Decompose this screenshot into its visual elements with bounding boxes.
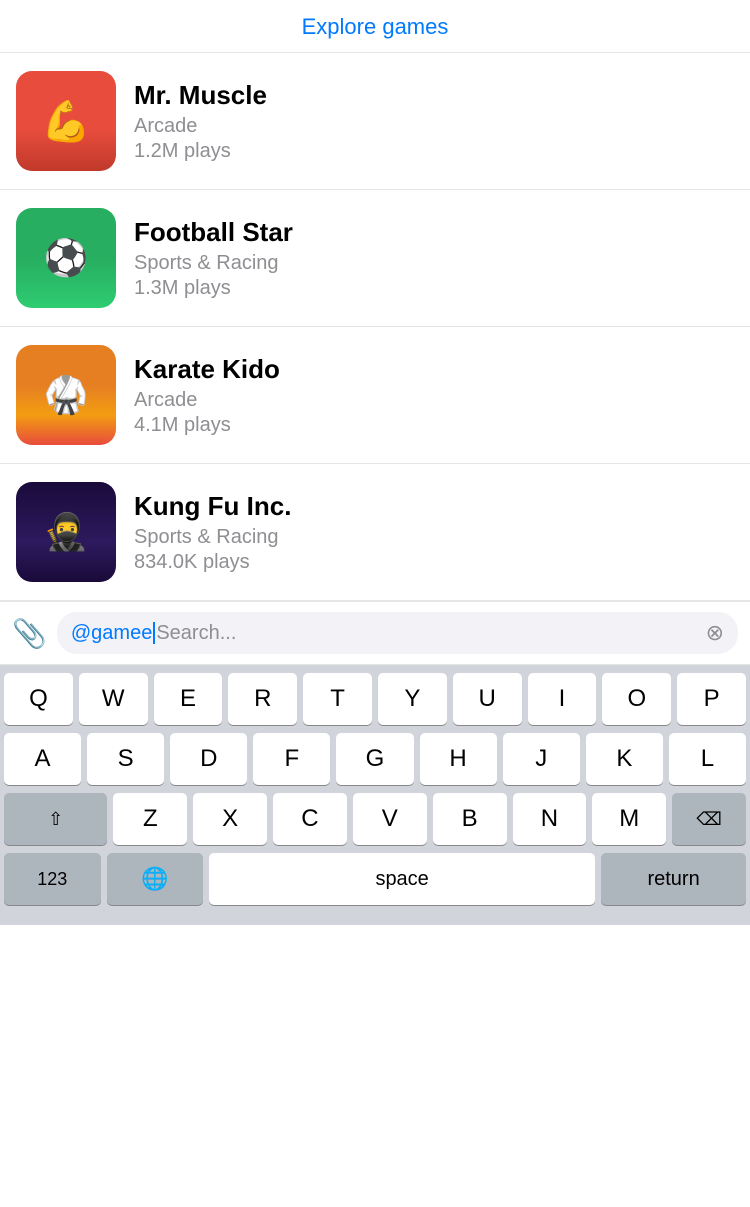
search-tag: @gamee xyxy=(71,622,152,645)
list-item[interactable]: Football Star Sports & Racing 1.3M plays xyxy=(0,190,750,327)
game-info-football-star: Football Star Sports & Racing 1.3M plays xyxy=(134,217,734,300)
globe-key[interactable]: 🌐 xyxy=(107,853,204,905)
game-category: Arcade xyxy=(134,389,734,412)
attach-icon[interactable]: 📎 xyxy=(12,617,47,650)
key-o[interactable]: O xyxy=(602,673,671,725)
keyboard-row-1: Q W E R T Y U I O P xyxy=(4,673,746,725)
game-info-mr-muscle: Mr. Muscle Arcade 1.2M plays xyxy=(134,80,734,163)
list-item[interactable]: Karate Kido Arcade 4.1M plays xyxy=(0,327,750,464)
key-c[interactable]: C xyxy=(273,793,347,845)
key-p[interactable]: P xyxy=(677,673,746,725)
game-plays: 834.0K plays xyxy=(134,551,734,574)
key-b[interactable]: B xyxy=(433,793,507,845)
clear-icon[interactable]: ⊗ xyxy=(706,620,724,646)
key-h[interactable]: H xyxy=(420,733,497,785)
game-title: Karate Kido xyxy=(134,354,734,385)
key-i[interactable]: I xyxy=(528,673,597,725)
keyboard: Q W E R T Y U I O P A S D F G H J K L ⇧ … xyxy=(0,665,750,925)
game-category: Arcade xyxy=(134,115,734,138)
game-category: Sports & Racing xyxy=(134,526,734,549)
game-thumbnail-football-star xyxy=(16,208,116,308)
game-thumbnail-karate-kido xyxy=(16,345,116,445)
list-item[interactable]: Mr. Muscle Arcade 1.2M plays xyxy=(0,53,750,190)
key-w[interactable]: W xyxy=(79,673,148,725)
key-q[interactable]: Q xyxy=(4,673,73,725)
shift-key[interactable]: ⇧ xyxy=(4,793,107,845)
key-e[interactable]: E xyxy=(154,673,223,725)
game-thumbnail-kung-fu-inc xyxy=(16,482,116,582)
key-r[interactable]: R xyxy=(228,673,297,725)
explore-games-header: Explore games xyxy=(0,0,750,53)
numbers-key[interactable]: 123 xyxy=(4,853,101,905)
key-d[interactable]: D xyxy=(170,733,247,785)
key-u[interactable]: U xyxy=(453,673,522,725)
keyboard-row-3: ⇧ Z X C V B N M ⌫ xyxy=(4,793,746,845)
search-input-wrapper[interactable]: @gamee Search... ⊗ xyxy=(57,612,738,654)
game-title: Kung Fu Inc. xyxy=(134,491,734,522)
game-info-karate-kido: Karate Kido Arcade 4.1M plays xyxy=(134,354,734,437)
search-placeholder: Search... xyxy=(156,622,236,645)
text-cursor xyxy=(153,622,155,644)
game-title: Mr. Muscle xyxy=(134,80,734,111)
explore-games-link[interactable]: Explore games xyxy=(302,14,449,39)
key-n[interactable]: N xyxy=(513,793,587,845)
key-g[interactable]: G xyxy=(336,733,413,785)
game-plays: 4.1M plays xyxy=(134,414,734,437)
game-category: Sports & Racing xyxy=(134,252,734,275)
delete-key[interactable]: ⌫ xyxy=(672,793,746,845)
game-info-kung-fu-inc: Kung Fu Inc. Sports & Racing 834.0K play… xyxy=(134,491,734,574)
key-y[interactable]: Y xyxy=(378,673,447,725)
game-plays: 1.3M plays xyxy=(134,277,734,300)
key-a[interactable]: A xyxy=(4,733,81,785)
key-v[interactable]: V xyxy=(353,793,427,845)
keyboard-row-2: A S D F G H J K L xyxy=(4,733,746,785)
key-k[interactable]: K xyxy=(586,733,663,785)
key-s[interactable]: S xyxy=(87,733,164,785)
space-key[interactable]: space xyxy=(209,853,595,905)
game-thumbnail-mr-muscle xyxy=(16,71,116,171)
key-f[interactable]: F xyxy=(253,733,330,785)
key-t[interactable]: T xyxy=(303,673,372,725)
list-item[interactable]: Kung Fu Inc. Sports & Racing 834.0K play… xyxy=(0,464,750,601)
return-key[interactable]: return xyxy=(601,853,746,905)
key-m[interactable]: M xyxy=(592,793,666,845)
key-j[interactable]: J xyxy=(503,733,580,785)
key-z[interactable]: Z xyxy=(113,793,187,845)
game-list: Mr. Muscle Arcade 1.2M plays Football St… xyxy=(0,53,750,601)
search-bar-container: 📎 @gamee Search... ⊗ xyxy=(0,601,750,665)
keyboard-row-4: 123 🌐 space return xyxy=(4,853,746,925)
key-l[interactable]: L xyxy=(669,733,746,785)
game-plays: 1.2M plays xyxy=(134,140,734,163)
game-title: Football Star xyxy=(134,217,734,248)
key-x[interactable]: X xyxy=(193,793,267,845)
